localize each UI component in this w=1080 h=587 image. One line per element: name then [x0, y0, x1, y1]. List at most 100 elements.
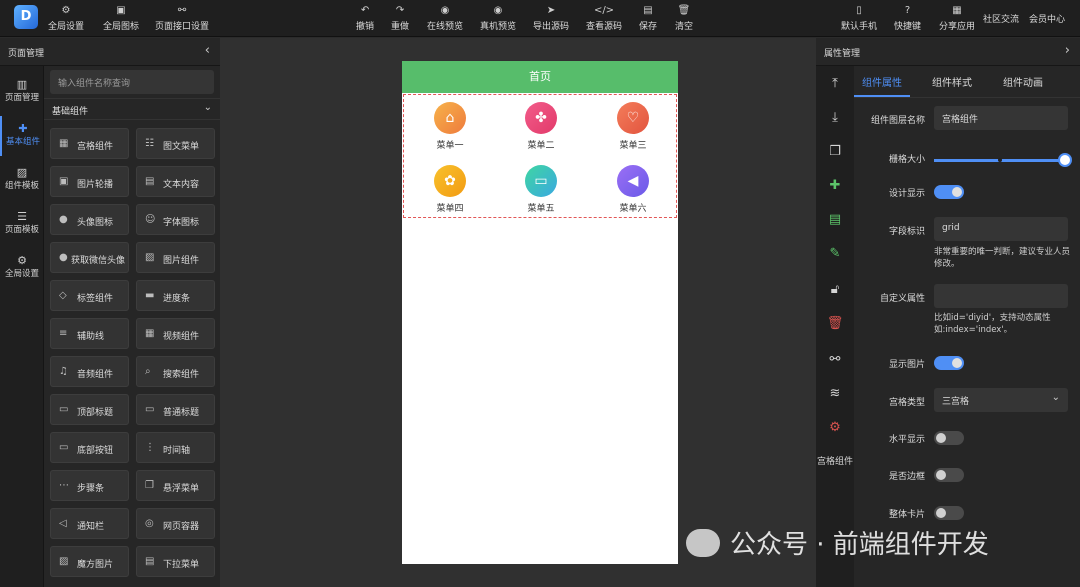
copy-icon[interactable]: ❐	[816, 144, 854, 159]
code-icon: </>	[593, 5, 615, 16]
grid-menu-item[interactable]: ⌂ 菜单一	[420, 102, 480, 151]
share-app-button[interactable]: ▦ 分享应用	[939, 5, 975, 32]
horizontal-toggle[interactable]	[934, 431, 964, 445]
design-canvas: 首页 ⌂ 菜单一 ✤ 菜单二 ♡ 菜单三 ✿ 菜单四 ▭ 菜单五 ◀ 菜单六	[220, 38, 816, 587]
layer-name-input[interactable]: 宫格组件	[934, 106, 1068, 130]
community-link[interactable]: 社区交流	[983, 12, 1019, 25]
component-steps[interactable]: ⋯ 步骤条	[50, 470, 129, 501]
slider-handle[interactable]	[1058, 153, 1072, 167]
grid-menu-item[interactable]: ♡ 菜单三	[603, 102, 663, 151]
properties-panel: 组件属性 组件样式 组件动画 组件图层名称 宫格组件 栅格大小 设计显示 字段标…	[854, 66, 1080, 587]
document-icon[interactable]: ▤	[816, 212, 854, 227]
component-audio[interactable]: ♫ 音频组件	[50, 356, 129, 387]
lock-icon[interactable]: 🔓︎	[816, 282, 854, 297]
component-notice-bar[interactable]: ◁ 通知栏	[50, 508, 129, 539]
component-tag[interactable]: ◇ 标签组件	[50, 280, 129, 311]
save-button[interactable]: ▤ 保存	[639, 5, 657, 32]
component-magic-image[interactable]: ▨ 魔方图片	[50, 546, 129, 577]
export-source-button[interactable]: ➤ 导出源码	[533, 5, 569, 32]
tab-component-animation[interactable]: 组件动画	[1003, 74, 1043, 89]
component-progress[interactable]: ▬ 进度条	[136, 280, 215, 311]
rail-item-page-templates[interactable]: ☰ 页面模板	[0, 204, 44, 244]
delete-icon[interactable]: 🗑︎	[816, 316, 854, 331]
component-text[interactable]: ▤ 文本内容	[136, 166, 215, 197]
device-preview-button[interactable]: ◉ 真机预览	[480, 5, 516, 32]
settings-icon[interactable]: ⚙	[816, 420, 854, 435]
collapse-left-icon[interactable]: ‹	[205, 43, 210, 58]
grid-menu-item[interactable]: ✤ 菜单二	[511, 102, 571, 151]
component-top-title[interactable]: ▭ 顶部标题	[50, 394, 129, 425]
component-bottom-button[interactable]: ▭ 底部按钮	[50, 432, 129, 463]
phone-icon: ▯	[856, 5, 862, 16]
tab-component-props[interactable]: 组件属性	[862, 74, 902, 89]
grid-type-select[interactable]: 三宫格 ⌄	[934, 388, 1068, 412]
puzzle-icon[interactable]: ✚	[816, 178, 854, 193]
move-bottom-icon[interactable]: ⤓	[816, 110, 854, 125]
link-icon[interactable]: ⚯	[816, 352, 854, 367]
global-icons-button[interactable]: ▣ 全局图标	[103, 5, 139, 32]
title-icon: ▭	[59, 404, 69, 415]
edit-document-icon[interactable]: ✎	[816, 246, 854, 261]
grid-component-selected[interactable]: ⌂ 菜单一 ✤ 菜单二 ♡ 菜单三 ✿ 菜单四 ▭ 菜单五 ◀ 菜单六	[403, 94, 677, 218]
layer-name-label: 组件图层名称	[870, 116, 925, 126]
card-toggle[interactable]	[934, 506, 964, 520]
title-icon: ▭	[145, 404, 155, 415]
grid-size-slider[interactable]	[934, 153, 1072, 167]
component-group-header[interactable]: 基础组件 ⌄	[44, 98, 220, 120]
rail-item-page-manage[interactable]: ▥ 页面管理	[0, 72, 44, 112]
grid-menu-item[interactable]: ✿ 菜单四	[420, 165, 480, 214]
layers-icon[interactable]: ≋	[816, 386, 854, 401]
rail-item-basic-components[interactable]: ✚ 基本组件	[0, 116, 44, 156]
component-image[interactable]: ▨ 图片组件	[136, 242, 215, 273]
left-panel-title: 页面管理	[8, 49, 45, 59]
undo-button[interactable]: ↶ 撤销	[356, 5, 374, 32]
right-panel-title: 属性管理	[824, 49, 861, 59]
rail-item-component-templates[interactable]: ▨ 组件模板	[0, 160, 44, 200]
component-carousel[interactable]: ▣ 图片轮播	[50, 166, 129, 197]
component-image-text-menu[interactable]: ☷ 图文菜单	[136, 128, 215, 159]
phone-preview[interactable]: 首页 ⌂ 菜单一 ✤ 菜单二 ♡ 菜单三 ✿ 菜单四 ▭ 菜单五 ◀ 菜单六	[402, 61, 678, 564]
component-guide-line[interactable]: ≡ 辅助线	[50, 318, 129, 349]
component-search[interactable]: ⌕ 搜索组件	[136, 356, 215, 387]
global-settings-button[interactable]: ⚙ 全局设置	[48, 5, 84, 32]
component-font-icon[interactable]: ☺ 字体图标	[136, 204, 215, 235]
component-timeline[interactable]: ⋮ 时间轴	[136, 432, 215, 463]
chat-icon: ▭	[525, 165, 557, 197]
tab-component-style[interactable]: 组件样式	[932, 74, 972, 89]
grid-menu-item[interactable]: ▭ 菜单五	[511, 165, 571, 214]
flower-icon: ✤	[525, 102, 557, 134]
component-webview[interactable]: ◎ 网页容器	[136, 508, 215, 539]
border-toggle[interactable]	[934, 468, 964, 482]
component-normal-title[interactable]: ▭ 普通标题	[136, 394, 215, 425]
view-source-button[interactable]: </> 查看源码	[586, 5, 622, 32]
rail-item-global-settings[interactable]: ⚙ 全局设置	[0, 248, 44, 288]
image-icon: ▨	[145, 252, 155, 263]
online-preview-button[interactable]: ◉ 在线预览	[427, 5, 463, 32]
redo-button[interactable]: ↷ 重做	[391, 5, 409, 32]
component-video[interactable]: ▦ 视频组件	[136, 318, 215, 349]
smile-icon: ☺	[145, 214, 156, 225]
component-avatar[interactable]: ● 头像图标	[50, 204, 129, 235]
component-dropdown-menu[interactable]: ▤ 下拉菜单	[136, 546, 215, 577]
page-api-settings-button[interactable]: ⚯ 页面接口设置	[155, 5, 209, 32]
component-grid[interactable]: ▦ 宫格组件	[50, 128, 129, 159]
show-image-toggle[interactable]	[934, 356, 964, 370]
collapse-right-icon[interactable]: ›	[1065, 43, 1070, 58]
trash-icon: 🗑	[677, 5, 691, 16]
default-phone-button[interactable]: ▯ 默认手机	[841, 5, 877, 32]
eye-icon: ◉	[440, 5, 450, 16]
search-icon: ⌕	[145, 366, 151, 377]
settings-icon: ✿	[434, 165, 466, 197]
member-center-link[interactable]: 会员中心	[1029, 12, 1065, 25]
component-float-menu[interactable]: ❐ 悬浮菜单	[136, 470, 215, 501]
grid-menu-item[interactable]: ◀ 菜单六	[603, 165, 663, 214]
show-image-label: 显示图片	[888, 360, 925, 370]
component-search-input[interactable]: 输入组件名称查询	[50, 70, 214, 94]
shortcuts-button[interactable]: ? 快捷键	[894, 5, 921, 32]
custom-attr-input[interactable]	[934, 284, 1068, 308]
component-wechat-avatar[interactable]: ● 获取微信头像	[50, 242, 129, 273]
field-id-input[interactable]: grid	[934, 217, 1068, 241]
design-show-toggle[interactable]	[934, 185, 964, 199]
clear-button[interactable]: 🗑 清空	[675, 5, 693, 32]
move-top-icon[interactable]: ⤒	[816, 76, 854, 91]
